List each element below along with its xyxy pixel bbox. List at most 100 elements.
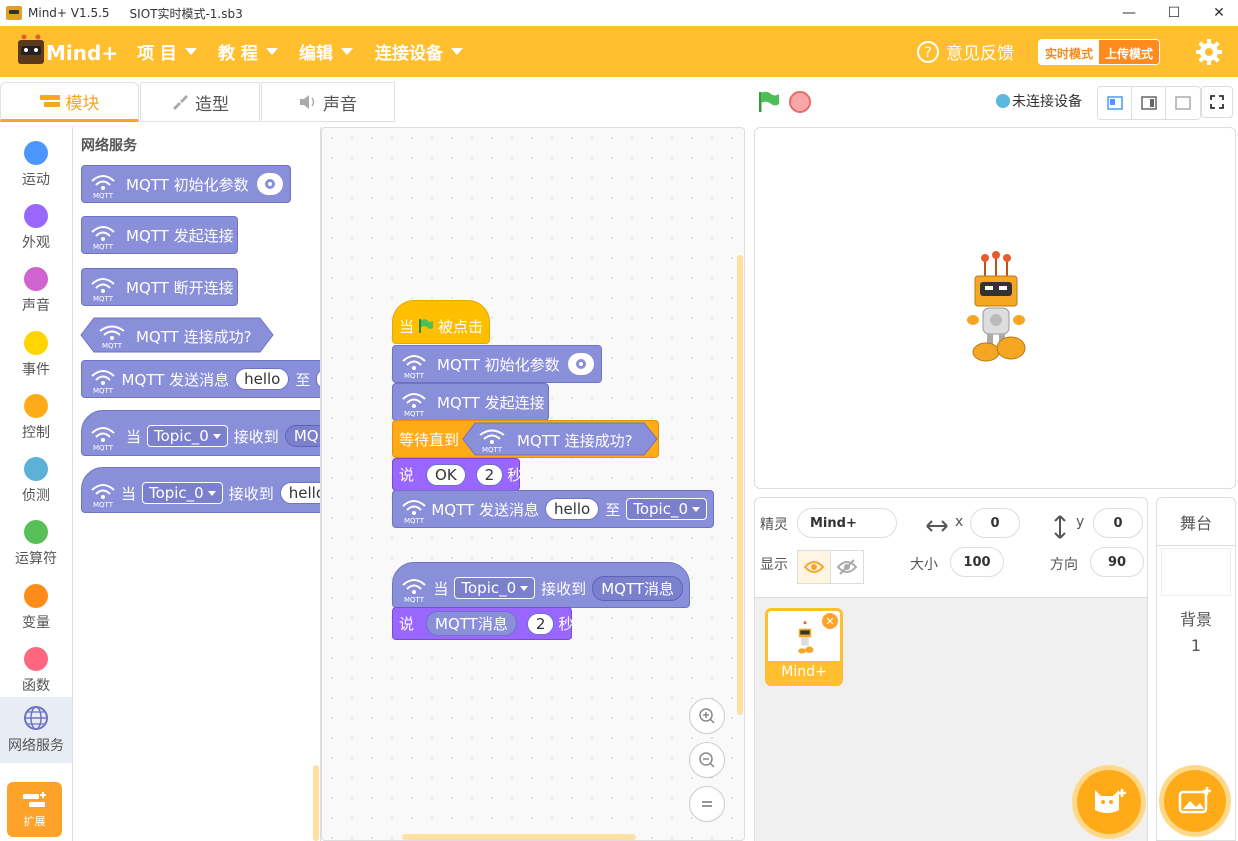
say-text-input[interactable]: OK (426, 463, 466, 486)
stage[interactable] (754, 127, 1236, 489)
message-input[interactable]: hello (235, 368, 290, 390)
mqtt-wifi-icon: MQTT (86, 218, 120, 252)
settings-gear-icon[interactable] (567, 353, 594, 375)
show-sprite-button[interactable] (797, 550, 831, 584)
palette-block-when-receive[interactable]: MQTT 当 Topic_0 接收到 MQ (81, 410, 320, 456)
palette-scrollbar[interactable] (313, 765, 319, 841)
script-vertical-scrollbar[interactable] (737, 255, 743, 715)
hide-sprite-button[interactable] (830, 550, 864, 584)
palette-block-when-receive-2[interactable]: MQTT 当 Topic_0 接收到 hello (81, 467, 320, 513)
script-block-mqtt-connect[interactable]: MQTT MQTT 发起连接 (392, 383, 549, 421)
topic-dropdown[interactable]: Topic_0 (626, 498, 707, 520)
normal-stage-button[interactable] (1132, 87, 1166, 119)
extension-button[interactable]: 扩展 (7, 782, 62, 837)
feedback-button[interactable]: ? 意见反馈 (916, 39, 1014, 64)
category-control[interactable]: 控制 (0, 384, 72, 446)
category-events[interactable]: 事件 (0, 321, 72, 383)
category-dot-icon (24, 584, 48, 608)
category-label: 侦测 (22, 488, 50, 504)
script-block-mqtt-send[interactable]: MQTT MQTT 发送消息 hello 至 Topic_0 (392, 490, 714, 528)
y-input[interactable]: 0 (1093, 508, 1143, 538)
script-horizontal-scrollbar[interactable] (402, 834, 636, 840)
menu-project[interactable]: 项 目 (137, 39, 197, 64)
script-block-mqtt-init[interactable]: MQTT MQTT 初始化参数 (392, 345, 602, 383)
topic-dropdown[interactable]: Topic_0 (141, 482, 223, 504)
palette-block-mqtt-connect[interactable]: MQTT MQTT 发起连接 (81, 216, 238, 254)
category-network[interactable]: 网络服务 (0, 697, 72, 763)
category-variables[interactable]: 变量 (0, 574, 72, 636)
small-stage-button[interactable] (1098, 87, 1132, 119)
add-sprite-button[interactable] (1077, 770, 1141, 834)
menu-tutorial[interactable]: 教 程 (218, 39, 278, 64)
palette-block-mqtt-disconnect[interactable]: MQTT MQTT 断开连接 (81, 268, 238, 306)
category-looks[interactable]: 外观 (0, 194, 72, 256)
script-block-say-ok[interactable]: 说 OK 2 秒 (392, 458, 522, 491)
category-operators[interactable]: 运算符 (0, 510, 72, 572)
say-seconds-input[interactable]: 2 (526, 612, 555, 635)
message-input[interactable]: hello (544, 498, 600, 520)
script-block-say-msg[interactable]: 说 MQTT消息 2 秒 (392, 607, 573, 640)
brush-icon (173, 95, 188, 110)
realtime-mode-button[interactable]: 实时模式 (1039, 40, 1100, 64)
block-label: 当 (399, 317, 415, 336)
mqtt-message-reporter[interactable]: MQTT消息 (426, 611, 517, 636)
topic-dropdown-label: Topic_0 (633, 500, 688, 518)
app-title: Mind+ V1.5.5 (28, 6, 110, 20)
category-sensing[interactable]: 侦测 (0, 447, 72, 509)
category-functions[interactable]: 函数 (0, 637, 72, 699)
tab-sounds[interactable]: 声音 (261, 82, 395, 122)
mode-toggle[interactable]: 实时模式 上传模式 (1038, 39, 1161, 65)
green-flag-icon[interactable] (757, 91, 781, 113)
zoom-in-button[interactable] (689, 698, 725, 734)
sprite-card-mindplus[interactable]: ✕ Mind+ (765, 608, 843, 686)
stage-thumbnail[interactable] (1161, 548, 1231, 596)
feedback-label: 意见反馈 (946, 44, 1014, 64)
stop-button[interactable] (789, 91, 811, 113)
x-input[interactable]: 0 (970, 508, 1020, 538)
sprite-name-input[interactable]: Mind+ (797, 508, 897, 538)
upload-mode-button[interactable]: 上传模式 (1099, 40, 1160, 64)
category-label: 声音 (22, 298, 50, 314)
category-label: 变量 (22, 615, 50, 631)
category-motion[interactable]: 运动 (0, 131, 72, 193)
sprite-name-label: 精灵 (760, 517, 788, 533)
say-seconds-input[interactable]: 2 (475, 463, 504, 486)
delete-sprite-icon[interactable]: ✕ (822, 613, 838, 629)
size-input[interactable]: 100 (950, 547, 1004, 577)
category-label: 控制 (22, 425, 50, 441)
menu-connect-label: 连接设备 (375, 44, 443, 64)
fullscreen-button[interactable] (1201, 86, 1233, 118)
maximize-button[interactable]: ☐ (1151, 0, 1197, 26)
script-block-when-flag[interactable]: 当 被点击 (392, 300, 490, 344)
menu-connect[interactable]: 连接设备 (375, 39, 463, 64)
direction-input[interactable]: 90 (1090, 547, 1144, 577)
mqtt-message-reporter[interactable]: MQTT消息 (592, 575, 683, 601)
close-button[interactable]: ✕ (1196, 0, 1238, 26)
topic-dropdown[interactable]: Topic_0 (454, 577, 536, 599)
topic-dropdown[interactable]: Topic_0 (147, 425, 228, 447)
svg-text:MQTT: MQTT (482, 446, 503, 454)
large-stage-button[interactable] (1166, 87, 1200, 119)
palette-block-mqtt-send[interactable]: MQTT MQTT 发送消息 hello 至 (81, 360, 320, 398)
message-input[interactable]: hello (279, 482, 320, 504)
category-dot-icon (24, 141, 48, 165)
menu-edit[interactable]: 编辑 (299, 39, 353, 64)
script-block-when-receive[interactable]: MQTT 当 Topic_0 接收到 MQTT消息 (392, 562, 690, 608)
mindplus-logo[interactable]: Mind+ (16, 34, 116, 70)
mqtt-message-reporter[interactable]: MQ (284, 425, 320, 447)
mindplus-robot-sprite[interactable] (963, 250, 1029, 366)
svg-text:MQTT: MQTT (404, 517, 425, 525)
category-sound[interactable]: 声音 (0, 257, 72, 319)
chevron-down-icon (692, 506, 700, 512)
minimize-button[interactable]: — (1106, 0, 1152, 26)
zoom-reset-button[interactable] (689, 786, 725, 822)
tab-blocks[interactable]: 模块 (0, 82, 139, 122)
settings-gear-icon[interactable] (256, 173, 283, 195)
add-backdrop-button[interactable] (1164, 770, 1226, 832)
zoom-out-button[interactable] (689, 742, 725, 778)
tab-costumes[interactable]: 造型 (140, 82, 260, 122)
script-area[interactable]: 当 被点击 MQTT MQTT 初始化参数 MQTT MQTT 发起连接 等待直… (321, 127, 745, 841)
svg-text:Mind+: Mind+ (46, 41, 116, 65)
settings-gear-icon[interactable] (1195, 38, 1223, 66)
palette-block-mqtt-init[interactable]: MQTT MQTT 初始化参数 (81, 165, 291, 203)
